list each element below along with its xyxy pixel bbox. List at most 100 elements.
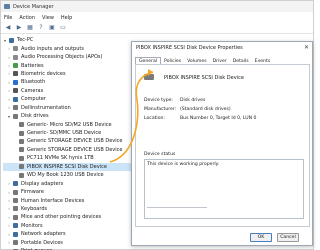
expand-chevron-icon[interactable]: › [7, 240, 11, 245]
tree-label: Audio inputs and outputs [21, 45, 84, 52]
dialog-title: PIBOX INSPIRE SCSI Disk Device Propertie… [136, 44, 243, 51]
tree-category[interactable]: › Portable Devices [3, 239, 133, 247]
device-category-icon [13, 88, 18, 94]
tree-label: Monitors [21, 222, 43, 229]
device-category-icon [13, 206, 18, 212]
tree-label: Display adapters [21, 180, 64, 187]
expand-chevron-icon[interactable]: › [7, 105, 11, 110]
scan-icon[interactable]: ▣ [48, 24, 56, 32]
tree-category[interactable]: › Audio inputs and outputs [3, 44, 133, 52]
tree-category[interactable]: › Audio Processing Objects (APOs) [3, 53, 133, 61]
device-status-box[interactable]: This device is working properly. [144, 159, 304, 219]
expand-chevron-icon[interactable]: › [7, 88, 11, 93]
device-status-label: Device status [144, 152, 176, 157]
expand-chevron-icon[interactable]: › [7, 215, 11, 220]
help-icon[interactable]: ? [37, 24, 45, 32]
expand-chevron-icon[interactable]: › [7, 80, 11, 85]
tree-label: Audio Processing Objects (APOs) [21, 54, 103, 61]
expand-chevron-icon[interactable]: › [7, 46, 11, 51]
tree-label: Network adapters [21, 231, 66, 238]
tree-category[interactable]: › Network adapters [3, 230, 133, 238]
device-manager-icon [4, 4, 10, 9]
tree-category[interactable]: › Dellinstrumentation [3, 104, 133, 112]
expand-chevron-icon[interactable]: › [7, 198, 11, 203]
tree-device[interactable]: Generic- Micro SD/M2 USB Device [3, 120, 133, 128]
device-type-value: Disk drives [180, 98, 206, 103]
toolbar: ◀ ▶ ▦ ? ▣ ▭ [1, 22, 313, 34]
menu-action[interactable]: Action [19, 15, 35, 21]
disk-drive-icon [144, 74, 154, 80]
expand-chevron-icon[interactable]: › [7, 97, 11, 102]
cancel-button[interactable]: Cancel [277, 233, 299, 242]
expand-chevron-icon[interactable]: › [7, 181, 11, 186]
title-bar: Device Manager [1, 1, 313, 12]
device-category-icon [13, 240, 18, 246]
expand-chevron-icon[interactable]: ▾ [7, 114, 11, 119]
tree-category[interactable]: › Monitors [3, 222, 133, 230]
tree-label: Biometric devices [21, 70, 66, 77]
tree-category[interactable]: › Human Interface Devices [3, 196, 133, 204]
ok-button[interactable]: OK [250, 233, 272, 242]
tree-label: WD My Book 1230 USB Device [27, 172, 104, 179]
tree-root[interactable]: ▾ Tec-PC [3, 36, 133, 44]
back-icon[interactable]: ◀ [4, 24, 12, 32]
status-scrollbar[interactable] [147, 207, 207, 208]
tree-label: Generic STORAGE DEVICE USB Device [27, 146, 123, 153]
expand-chevron-icon[interactable]: › [7, 55, 11, 60]
tree-category[interactable]: › Keyboards [3, 205, 133, 213]
device-category-icon [19, 138, 24, 144]
tree-device[interactable]: PC711 NVMe SK hynix 1TB [3, 154, 133, 162]
menu-file[interactable]: File [4, 15, 12, 21]
device-category-icon [19, 147, 24, 153]
tree-label: PC711 NVMe SK hynix 1TB [27, 155, 94, 162]
expand-chevron-icon[interactable]: › [7, 223, 11, 228]
device-category-icon [13, 181, 18, 187]
location-label: Location: [144, 116, 165, 121]
expand-chevron-icon[interactable]: › [7, 71, 11, 76]
tree-device[interactable]: WD My Book 1230 USB Device [3, 171, 133, 179]
device-category-icon [13, 96, 18, 102]
expand-chevron-icon[interactable]: › [7, 190, 11, 195]
device-type-label: Device type: [144, 98, 173, 103]
tree-device[interactable]: Generic STORAGE DEVICE USB Device [3, 137, 133, 145]
expand-chevron-icon[interactable]: ▾ [3, 38, 7, 43]
device-tree: ▾ Tec-PC › Audio inputs and outputs › Audio P… [3, 36, 133, 250]
device-category-icon [13, 223, 18, 229]
tree-category[interactable]: › Bluetooth [3, 78, 133, 86]
menu-help[interactable]: Help [61, 15, 72, 21]
tree-category[interactable]: › Cameras [3, 87, 133, 95]
expand-chevron-icon[interactable]: › [7, 232, 11, 237]
tree-label: Keyboards [21, 205, 48, 212]
properties-icon[interactable]: ▦ [26, 24, 34, 32]
close-icon[interactable]: ✕ [304, 44, 309, 51]
properties-dialog: PIBOX INSPIRE SCSI Disk Device Propertie… [131, 41, 313, 246]
device-category-icon [13, 54, 18, 60]
tree-device[interactable]: Generic- SD/MMC USB Device [3, 129, 133, 137]
tree-label: Batteries [21, 62, 44, 69]
device-category-icon [13, 231, 18, 237]
device-category-icon [13, 113, 18, 119]
tree-category[interactable]: › Biometric devices [3, 70, 133, 78]
tree-device[interactable]: Generic STORAGE DEVICE USB Device [3, 146, 133, 154]
tree-device[interactable]: PIBOX INSPIRE SCSI Disk Device [3, 162, 133, 171]
tree-category[interactable]: › Computer [3, 95, 133, 103]
forward-icon[interactable]: ▶ [15, 24, 23, 32]
dialog-title-bar: PIBOX INSPIRE SCSI Disk Device Propertie… [132, 42, 312, 53]
tree-category[interactable]: › Mice and other pointing devices [3, 213, 133, 221]
menu-view[interactable]: View [42, 15, 54, 21]
tree-label: Cameras [21, 87, 44, 94]
device-category-icon [13, 63, 18, 69]
tree-category[interactable]: › Display adapters [3, 179, 133, 187]
device-category-icon [13, 71, 18, 77]
tree-label: Disk drives [21, 113, 49, 120]
tree-category[interactable]: › Batteries [3, 61, 133, 69]
device-category-icon [19, 164, 24, 170]
device-status-text: This device is working properly. [147, 162, 220, 167]
menu-bar: File Action View Help [1, 13, 79, 22]
tree-category[interactable]: ▾ Disk drives [3, 112, 133, 120]
tree-category[interactable]: › Firmware [3, 188, 133, 196]
expand-chevron-icon[interactable]: › [7, 206, 11, 211]
tree-label: Computer [21, 96, 46, 103]
expand-chevron-icon[interactable]: › [7, 63, 11, 68]
monitor-icon[interactable]: ▭ [59, 24, 67, 32]
